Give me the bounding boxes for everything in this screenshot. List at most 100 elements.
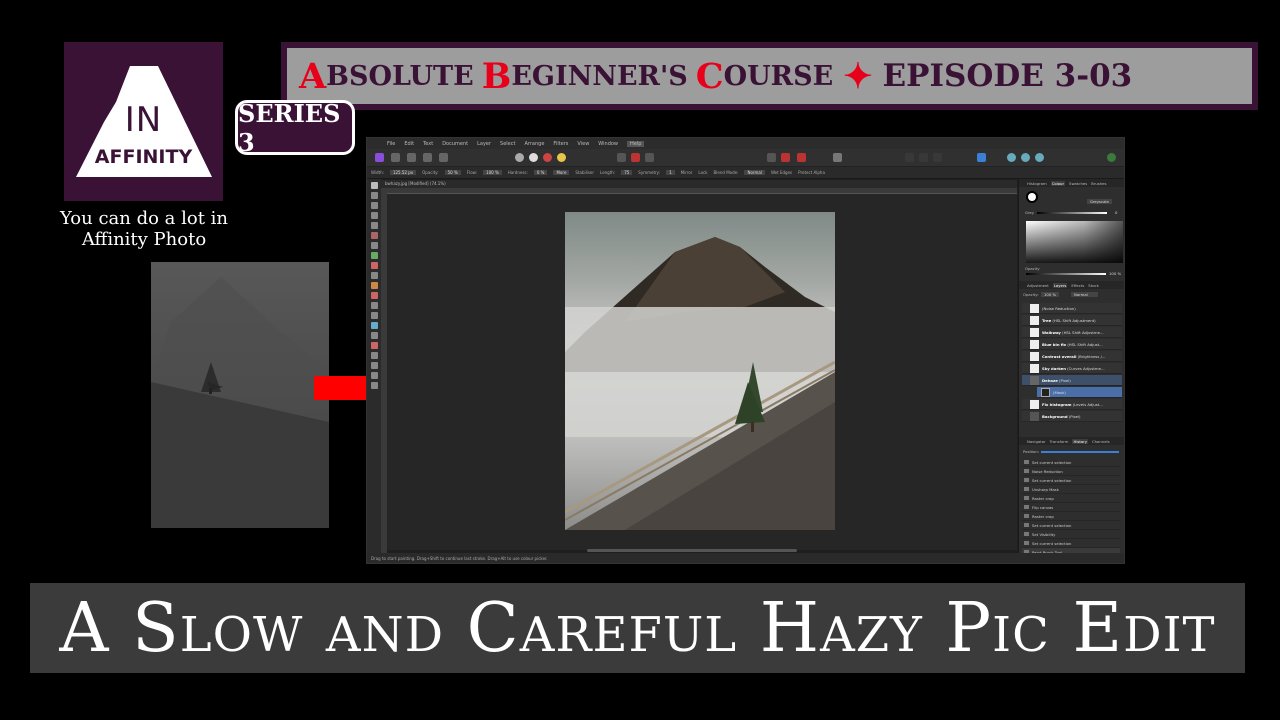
tab-histogram[interactable]: Histogram (1027, 181, 1047, 186)
mesh-warp-icon[interactable] (370, 332, 378, 339)
crop-icon[interactable] (645, 153, 654, 162)
view-tool-icon[interactable] (370, 192, 378, 199)
symmetry-field[interactable]: 1 (666, 170, 675, 175)
tab-effects[interactable]: Effects (1071, 283, 1084, 288)
tab-colour[interactable]: Colour (1050, 180, 1066, 186)
mirror-toggle[interactable]: Mirror (681, 170, 693, 175)
marquee-tool-icon[interactable] (370, 222, 378, 229)
grey-slider[interactable] (1037, 212, 1107, 214)
history-item[interactable]: Set Visibility (1022, 530, 1120, 539)
history-item[interactable]: Raster crop (1022, 512, 1120, 521)
flow-field[interactable]: 100 % (483, 170, 502, 175)
hand-tool-icon[interactable] (370, 372, 378, 379)
fill-tool-icon[interactable] (370, 252, 378, 259)
history-item[interactable]: Noise Reduction (1022, 467, 1120, 476)
layer-row[interactable]: Walkway (HSL Shift Adjustme... (1022, 327, 1122, 338)
white-balance-icon[interactable] (543, 153, 552, 162)
move-tool-icon[interactable] (370, 182, 378, 189)
layer-row[interactable]: Background (Pixel) (1022, 411, 1122, 422)
alignment-icon[interactable] (781, 153, 790, 162)
history-item[interactable]: Set current selection (1022, 476, 1120, 485)
studio-icon[interactable] (977, 153, 986, 162)
layers-blend-select[interactable]: Normal (1071, 292, 1098, 297)
more-button[interactable]: More (553, 170, 570, 175)
tone-mapping-persona-icon[interactable] (423, 153, 432, 162)
history-item[interactable]: Set current selection (1022, 539, 1120, 548)
tab-layers[interactable]: Layers (1052, 282, 1068, 288)
tab-swatches[interactable]: Swatches (1069, 181, 1087, 186)
mask-layer-row[interactable]: (Mask) (1037, 387, 1122, 398)
protect-alpha-toggle[interactable]: Protect Alpha (798, 170, 825, 175)
tab-history[interactable]: History (1072, 438, 1088, 444)
blur-brush-icon[interactable] (370, 322, 378, 329)
layer-row[interactable]: (Noise Reduction) (1022, 303, 1122, 314)
wet-edges-toggle[interactable]: Wet Edges (771, 170, 792, 175)
menu-file[interactable]: File (387, 141, 395, 147)
width-field[interactable]: 125.52 px (389, 170, 417, 175)
view-icon[interactable] (1035, 153, 1044, 162)
menu-text[interactable]: Text (423, 141, 433, 147)
colour-opacity-value[interactable]: 100 % (1109, 271, 1121, 276)
history-item[interactable]: Unsharp Mask (1022, 485, 1120, 494)
transform-icon[interactable] (797, 153, 806, 162)
history-position-slider[interactable] (1041, 451, 1119, 453)
layer-row[interactable]: Fix histogram (Levels Adjust... (1022, 399, 1122, 410)
menu-layer[interactable]: Layer (477, 141, 491, 147)
lock-toggle[interactable]: Lock (698, 170, 707, 175)
menu-filters[interactable]: Filters (553, 141, 568, 147)
tab-stock[interactable]: Stock (1088, 283, 1099, 288)
pen-tool-icon[interactable] (370, 342, 378, 349)
menu-select[interactable]: Select (500, 141, 515, 147)
layer-row[interactable]: Contrast overall (Brightness /... (1022, 351, 1122, 362)
develop-persona-icon[interactable] (407, 153, 416, 162)
history-item[interactable]: Flip canvas (1022, 503, 1120, 512)
share-icon[interactable] (439, 153, 448, 162)
grey-value[interactable]: 0 (1115, 210, 1117, 215)
tab-channels[interactable]: Channels (1092, 439, 1110, 444)
snap-icon[interactable] (767, 153, 776, 162)
menu-window[interactable]: Window (598, 141, 618, 147)
tab-brushes[interactable]: Brushes (1091, 181, 1106, 186)
order-front-icon[interactable] (919, 153, 928, 162)
opacity-field[interactable]: 50 % (444, 170, 461, 175)
selection-icon[interactable] (617, 153, 626, 162)
arrange-icon[interactable] (933, 153, 942, 162)
blend-mode-select[interactable]: Normal (744, 170, 765, 175)
liquify-persona-icon[interactable] (391, 153, 400, 162)
inpainting-brush-icon[interactable] (370, 302, 378, 309)
layer-row-selected[interactable]: Dehaze (Pixel) (1022, 375, 1122, 386)
colour-icon[interactable] (557, 153, 566, 162)
selection-brush-icon[interactable] (370, 212, 378, 219)
document-canvas[interactable] (387, 194, 1017, 550)
hardness-field[interactable]: 0 % (533, 170, 548, 175)
red-eye-icon[interactable] (370, 312, 378, 319)
colour-gradient-picker[interactable] (1026, 221, 1123, 263)
layers-opacity-field[interactable]: 100 % (1041, 292, 1060, 297)
dodge-brush-icon[interactable] (370, 282, 378, 289)
levels-icon[interactable] (529, 153, 538, 162)
menu-view[interactable]: View (577, 141, 589, 147)
menu-edit[interactable]: Edit (404, 141, 414, 147)
photo-persona-icon[interactable] (375, 153, 384, 162)
tab-transform[interactable]: Transform (1050, 439, 1069, 444)
shape-tool-icon[interactable] (370, 352, 378, 359)
menu-help[interactable]: Help (627, 140, 645, 147)
order-back-icon[interactable] (905, 153, 914, 162)
account-icon[interactable] (1107, 153, 1116, 162)
history-item[interactable]: Set current selection (1022, 521, 1120, 530)
erase-brush-icon[interactable] (370, 272, 378, 279)
stabiliser-toggle[interactable]: Stabiliser (575, 170, 594, 175)
flood-select-icon[interactable] (370, 232, 378, 239)
menu-arrange[interactable]: Arrange (524, 141, 544, 147)
menu-document[interactable]: Document (442, 141, 468, 147)
text-tool-icon[interactable] (370, 362, 378, 369)
horizontal-scrollbar[interactable] (587, 549, 797, 552)
tab-adjustment[interactable]: Adjustment (1027, 283, 1049, 288)
snapping-icon[interactable] (1021, 153, 1030, 162)
paint-brush-icon[interactable] (370, 262, 378, 269)
tab-navigator[interactable]: Navigator (1027, 439, 1046, 444)
mask-icon[interactable] (631, 153, 640, 162)
colour-mode-select[interactable]: Greyscale (1087, 199, 1112, 204)
colour-swatch[interactable] (1026, 191, 1038, 203)
document-tab[interactable]: bwhazy.jpg [Modified] (74.1%) (381, 180, 1017, 188)
